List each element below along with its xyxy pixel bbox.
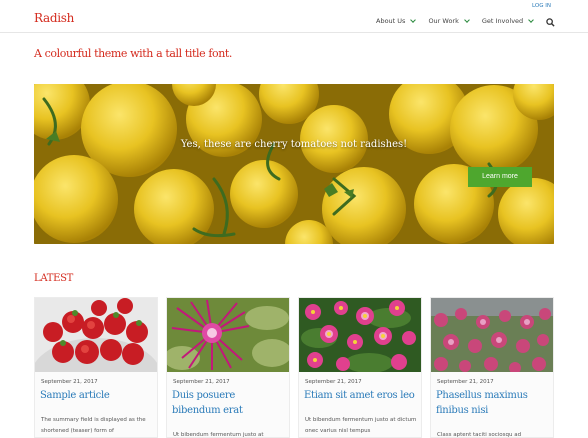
site-logo[interactable]: Radish: [34, 11, 74, 25]
site-tagline: A colourful theme with a tall title font…: [34, 47, 233, 60]
article-card[interactable]: September 21, 2017 Duis posuere bibendum…: [166, 297, 290, 438]
article-card[interactable]: September 21, 2017 Phasellus maximus fin…: [430, 297, 554, 438]
card-excerpt: Ut bibendum fermentum justo at: [173, 432, 264, 438]
card-date: September 21, 2017: [173, 379, 230, 385]
chevron-down-icon: [528, 17, 535, 23]
search-icon[interactable]: [546, 18, 555, 27]
chevron-down-icon: [464, 17, 470, 23]
card-title[interactable]: Phasellus maximus finibus nisi: [436, 388, 550, 418]
dahlias-image: [431, 298, 553, 372]
pink-flower-image: [167, 298, 289, 372]
card-date: September 21, 2017: [41, 379, 98, 385]
card-excerpt: Ut bibendum fermentum justo at dictum on…: [305, 417, 417, 434]
nav-item-label: Our Work: [428, 17, 459, 25]
article-card[interactable]: September 21, 2017 Sample article The su…: [34, 297, 158, 438]
hero-image: [34, 84, 554, 244]
cosmos-flowers-image: [299, 298, 421, 372]
card-title[interactable]: Sample article: [40, 388, 154, 403]
site-header: Radish LOG IN About Us Our Work Get Invo…: [0, 0, 588, 33]
card-title[interactable]: Etiam sit amet eros leo: [304, 388, 418, 403]
nav-item-label: About Us: [376, 17, 406, 25]
strawberries-image: [35, 298, 157, 372]
card-date: September 21, 2017: [437, 379, 494, 385]
card-excerpt: The summary field is displayed as the sh…: [41, 417, 146, 434]
hero-banner: Yes, these are cherry tomatoes not radis…: [34, 84, 554, 244]
main-nav: About Us Our Work Get Involved: [376, 17, 546, 25]
hero-caption: Yes, these are cherry tomatoes not radis…: [180, 139, 408, 150]
nav-item-about-us[interactable]: About Us: [376, 17, 417, 25]
chevron-down-icon: [410, 17, 417, 23]
nav-item-our-work[interactable]: Our Work: [428, 17, 470, 25]
login-link[interactable]: LOG IN: [532, 3, 551, 9]
latest-heading: LATEST: [34, 273, 74, 284]
card-title[interactable]: Duis posuere bibendum erat: [172, 388, 286, 418]
article-card[interactable]: September 21, 2017 Etiam sit amet eros l…: [298, 297, 422, 438]
nav-item-get-involved[interactable]: Get Involved: [481, 17, 535, 25]
nav-item-label: Get Involved: [481, 17, 524, 25]
card-date: September 21, 2017: [305, 379, 362, 385]
card-excerpt: Class aptent taciti sociosqu ad: [437, 432, 522, 438]
learn-more-button[interactable]: Learn more: [468, 167, 532, 187]
